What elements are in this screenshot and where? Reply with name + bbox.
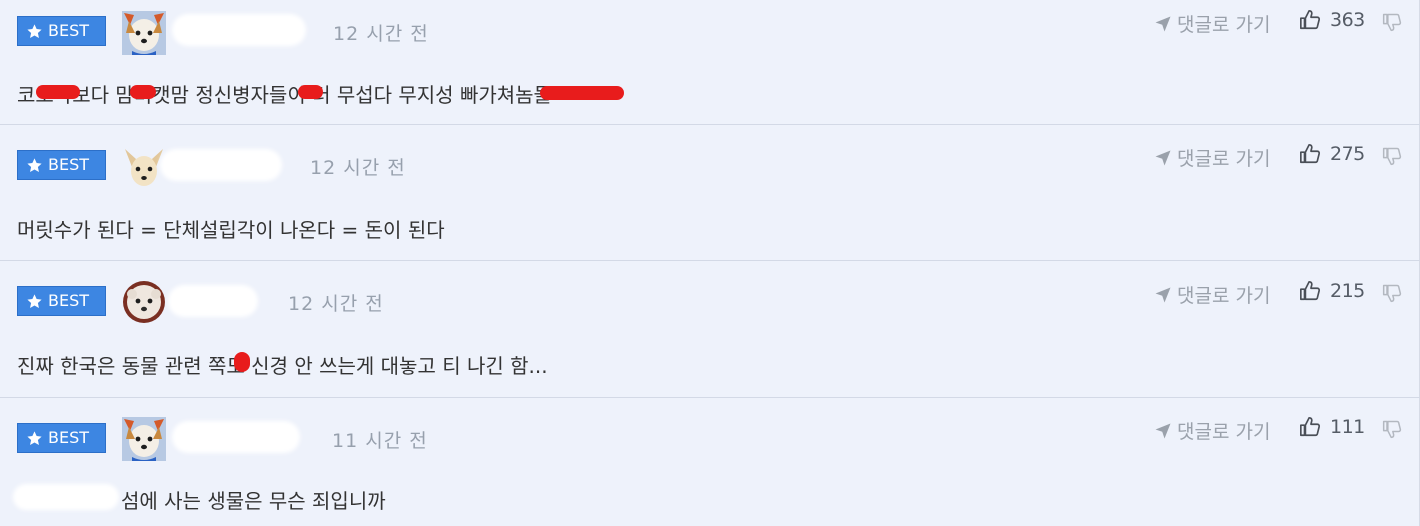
best-badge-label: BEST [48, 155, 90, 174]
thumbs-up-icon [1300, 10, 1321, 30]
nickname-redaction [172, 14, 306, 46]
best-badge: BEST [17, 423, 106, 453]
reply-link-label: 댓글로 가기 [1177, 14, 1271, 36]
dislike-button[interactable] [1382, 146, 1402, 170]
thumbs-up-icon [1300, 144, 1321, 164]
comment-header: BEST 12 시간 전 댓글로 가기 275 [0, 125, 1420, 186]
reply-link[interactable]: 댓글로 가기 [1154, 144, 1270, 171]
like-button[interactable]: 275 [1299, 143, 1365, 165]
comment-list: BEST 12 시간 전 댓글로 가기 363 코로나보다 맘미캣맘 정신병자들… [0, 0, 1420, 526]
comment-item: BEST 12 시간 전 댓글로 가기 275 머릿수가 된다 = 단체설립각이… [0, 125, 1420, 261]
reply-link[interactable]: 댓글로 가기 [1154, 10, 1270, 37]
dislike-button[interactable] [1382, 12, 1402, 36]
reply-link[interactable]: 댓글로 가기 [1154, 417, 1270, 444]
thumbs-down-icon [1382, 420, 1402, 439]
comment-time: 11 시간 전 [332, 430, 428, 452]
reply-link-label: 댓글로 가기 [1177, 285, 1271, 307]
redaction-mark [130, 85, 156, 99]
comment-text: 머릿수가 된다 = 단체설립각이 나온다 = 돈이 된다 [17, 218, 445, 242]
send-arrow-icon [1155, 287, 1171, 302]
best-badge-label: BEST [48, 428, 90, 447]
mention-redaction [13, 484, 119, 510]
best-badge-label: BEST [48, 21, 90, 40]
thumbs-down-icon [1382, 13, 1402, 32]
best-badge: BEST [17, 286, 106, 316]
comment-text: 섬에 사는 생물은 무슨 죄입니까 [121, 489, 386, 513]
star-icon [27, 23, 42, 38]
comment-item: BEST 11 시간 전 댓글로 가기 111 섬에 사는 생물은 무슨 죄입니… [0, 398, 1420, 526]
comment-time: 12 시간 전 [310, 157, 406, 179]
comment-item: BEST 12 시간 전 댓글로 가기 215 진짜 한국은 동물 관련 쪽도 … [0, 261, 1420, 398]
reply-link[interactable]: 댓글로 가기 [1154, 281, 1270, 308]
redaction-mark [36, 85, 80, 99]
like-button[interactable]: 363 [1299, 9, 1365, 31]
avatar[interactable] [122, 280, 166, 324]
dislike-button[interactable] [1382, 283, 1402, 307]
redaction-mark [234, 352, 250, 372]
star-icon [27, 293, 42, 308]
thumbs-up-icon [1300, 281, 1321, 301]
redaction-mark [540, 86, 624, 100]
comment-time: 12 시간 전 [333, 23, 429, 45]
avatar[interactable] [122, 11, 166, 55]
comment-header: BEST 12 시간 전 댓글로 가기 215 [0, 261, 1420, 324]
best-badge-label: BEST [48, 291, 90, 310]
dog-avatar-icon [122, 11, 166, 55]
thumbs-down-icon [1382, 284, 1402, 303]
like-button[interactable]: 215 [1299, 280, 1365, 302]
nickname-redaction [160, 149, 282, 181]
comment-text: 진짜 한국은 동물 관련 쪽도 신경 안 쓰는게 대놓고 티 나긴 함... [17, 354, 548, 378]
best-badge: BEST [17, 16, 106, 46]
send-arrow-icon [1155, 150, 1171, 165]
nickname-redaction [172, 421, 300, 453]
nickname-redaction [168, 285, 258, 317]
comment-header: BEST 11 시간 전 댓글로 가기 111 [0, 398, 1420, 461]
like-button[interactable]: 111 [1299, 416, 1365, 438]
thumbs-down-icon [1382, 147, 1402, 166]
avatar[interactable] [122, 417, 166, 461]
star-icon [27, 430, 42, 445]
comment-header: BEST 12 시간 전 댓글로 가기 363 [0, 0, 1420, 60]
like-count: 215 [1330, 280, 1365, 302]
thumbs-up-icon [1300, 417, 1321, 437]
like-count: 111 [1330, 416, 1365, 438]
star-icon [27, 157, 42, 172]
send-arrow-icon [1155, 423, 1171, 438]
dog-avatar-icon [122, 417, 166, 461]
dog-avatar-icon [123, 281, 165, 323]
dislike-button[interactable] [1382, 419, 1402, 443]
reply-link-label: 댓글로 가기 [1177, 421, 1271, 443]
comment-item: BEST 12 시간 전 댓글로 가기 363 코로나보다 맘미캣맘 정신병자들… [0, 0, 1420, 125]
send-arrow-icon [1155, 16, 1171, 31]
best-badge: BEST [17, 150, 106, 180]
comment-time: 12 시간 전 [288, 293, 384, 315]
comment-text: 코로나보다 맘미캣맘 정신병자들이 더 무섭다 무지성 빠가쳐놈들 [17, 83, 552, 107]
redaction-mark [298, 85, 323, 99]
like-count: 363 [1330, 9, 1365, 31]
reply-link-label: 댓글로 가기 [1177, 148, 1271, 170]
like-count: 275 [1330, 143, 1365, 165]
